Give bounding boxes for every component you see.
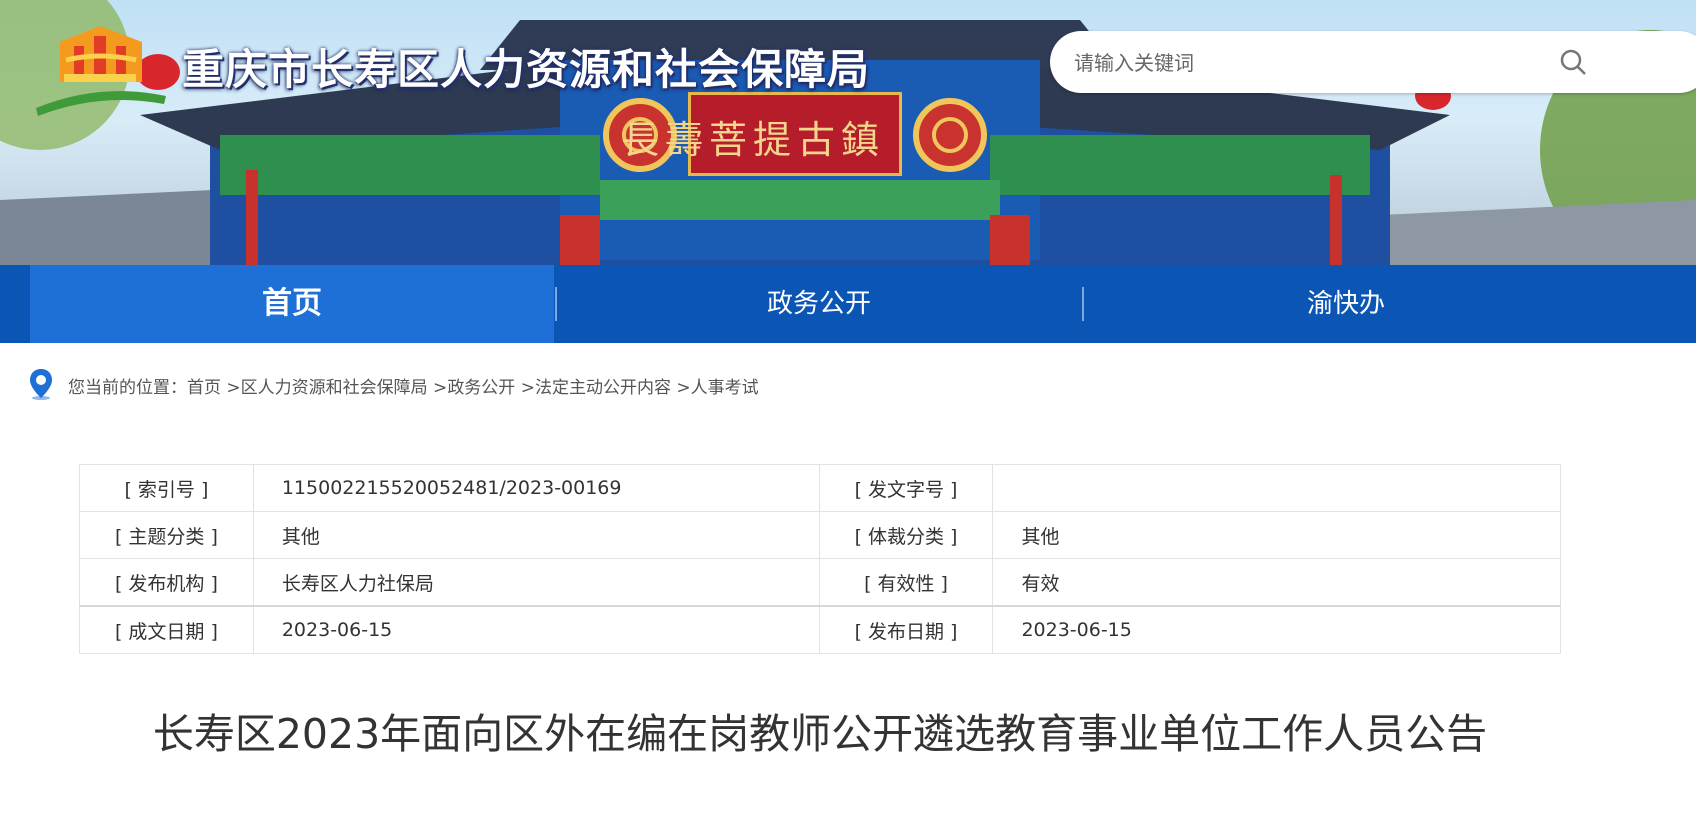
- breadcrumb-item-personnel-exam[interactable]: 人事考试: [691, 378, 759, 398]
- table-row: [ 索引号 ] 115002215520052481/2023-00169 [ …: [79, 464, 1561, 512]
- search-box: [1050, 31, 1696, 93]
- header-banner: 長壽菩提古鎮 重庆市长寿区人力资源和社会保障局: [0, 0, 1696, 265]
- document-meta-table: [ 索引号 ] 115002215520052481/2023-00169 [ …: [79, 464, 1561, 654]
- search-icon[interactable]: [1558, 47, 1588, 77]
- table-row: [ 主题分类 ] 其他 [ 体裁分类 ] 其他: [79, 511, 1561, 559]
- breadcrumb-item-bureau[interactable]: 区人力资源和社会保障局: [241, 378, 428, 398]
- main-nav: 首页 政务公开 渝快办: [0, 265, 1696, 343]
- breadcrumb-text: 您当前的位置：首页 >区人力资源和社会保障局 >政务公开 >法定主动公开内容 >…: [68, 373, 759, 398]
- breadcrumb-separator: >: [670, 378, 691, 398]
- meta-label-written-date: [ 成文日期 ]: [79, 605, 254, 654]
- nav-government-affairs[interactable]: 政务公开: [557, 265, 1081, 343]
- meta-value-subject: 其他: [252, 511, 820, 559]
- breadcrumb-separator: >: [427, 378, 448, 398]
- gateway-plaque: 長壽菩提古鎮: [621, 92, 902, 176]
- breadcrumb-separator: >: [221, 378, 241, 398]
- site-title: 重庆市长寿区人力资源和社会保障局: [182, 45, 871, 94]
- plaque-text: 長壽菩提古鎮: [620, 118, 885, 162]
- site-logo: [36, 26, 166, 116]
- meta-value-publisher: 长寿区人力社保局: [252, 558, 820, 607]
- nav-yukuaiban[interactable]: 渝快办: [1084, 265, 1608, 343]
- location-pin-icon: [30, 369, 52, 400]
- breadcrumb-separator: >: [515, 378, 535, 398]
- search-input[interactable]: [1072, 45, 1536, 81]
- meta-label-subject: [ 主题分类 ]: [79, 511, 254, 559]
- meta-value-publish-date: 2023-06-15: [992, 605, 1561, 654]
- meta-label-index-number: [ 索引号 ]: [79, 464, 254, 512]
- meta-label-document-number: [ 发文字号 ]: [818, 464, 994, 512]
- meta-value-document-number: [992, 464, 1561, 512]
- meta-label-publisher: [ 发布机构 ]: [79, 558, 254, 607]
- table-row: [ 发布机构 ] 长寿区人力社保局 [ 有效性 ] 有效: [79, 558, 1561, 607]
- article-title: 长寿区2023年面向区外在编在岗教师公开遴选教育事业单位工作人员公告: [152, 710, 1488, 758]
- breadcrumb-item-legal-disclosure[interactable]: 法定主动公开内容: [535, 378, 671, 398]
- breadcrumb-item-home[interactable]: 首页: [187, 378, 221, 398]
- meta-value-genre: 其他: [992, 511, 1561, 559]
- breadcrumb-item-gov-affairs[interactable]: 政务公开: [447, 378, 515, 398]
- meta-value-written-date: 2023-06-15: [252, 605, 820, 654]
- nav-home[interactable]: 首页: [30, 265, 554, 343]
- breadcrumb-prefix: 您当前的位置：: [68, 378, 187, 398]
- meta-label-publish-date: [ 发布日期 ]: [818, 605, 994, 654]
- meta-label-validity: [ 有效性 ]: [818, 558, 994, 607]
- meta-label-genre: [ 体裁分类 ]: [818, 511, 994, 559]
- meta-value-validity: 有效: [992, 558, 1561, 607]
- meta-value-index-number: 115002215520052481/2023-00169: [252, 464, 820, 512]
- table-row: [ 成文日期 ] 2023-06-15 [ 发布日期 ] 2023-06-15: [79, 605, 1561, 654]
